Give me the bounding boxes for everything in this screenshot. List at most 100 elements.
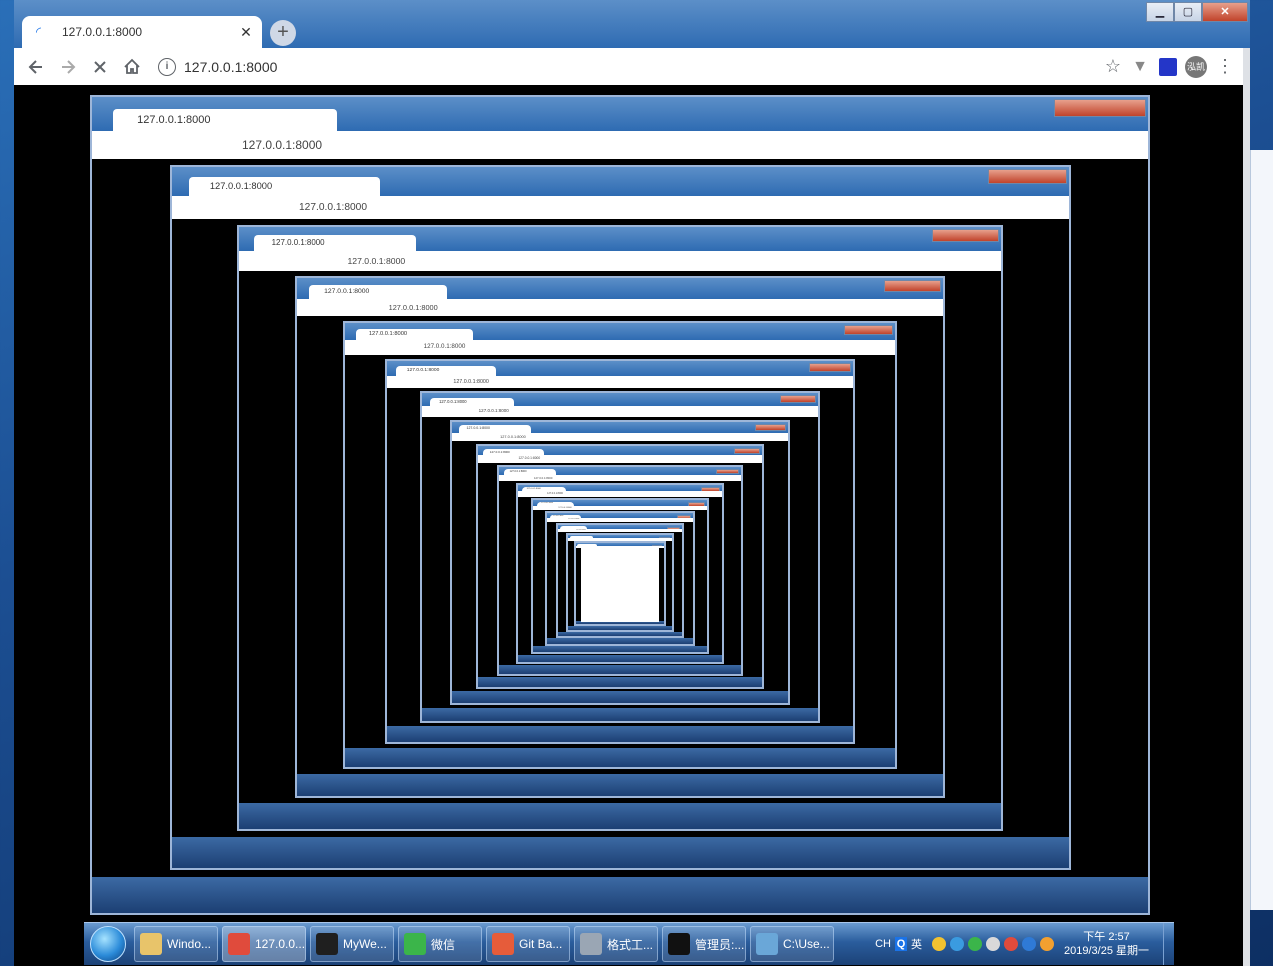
taskbar-item[interactable]: 管理员:... xyxy=(662,926,746,962)
taskbar-item[interactable]: 127.0.0... xyxy=(222,926,306,962)
nested-address-url: 127.0.0.1:8000 xyxy=(171,195,1069,220)
nested-window-controls xyxy=(988,168,1067,185)
tab-close-icon[interactable]: ✕ xyxy=(236,24,256,41)
nested-tab-strip: 127.0.0.1:8000 xyxy=(239,226,1001,252)
taskbar-item[interactable]: MyWe... xyxy=(310,926,394,962)
nested-tab-title: 127.0.0.1:8000 xyxy=(396,365,496,376)
site-info-icon[interactable]: i xyxy=(158,57,176,76)
nested-window-controls xyxy=(843,324,893,335)
nested-address-url: 127.0.0.1:8000 xyxy=(296,299,944,317)
nested-window-controls xyxy=(931,228,999,243)
nested-address-url: 127.0.0.1:8000 xyxy=(517,491,723,497)
address-url: 127.0.0.1:8000 xyxy=(184,58,278,75)
nested-tab-strip: 127.0.0.1:8000 xyxy=(345,322,895,341)
nested-tab-title: 127.0.0.1:8000 xyxy=(309,285,447,300)
new-tab-button[interactable]: + xyxy=(270,20,296,46)
address-bar[interactable]: i 127.0.0.1:8000 xyxy=(154,52,1074,82)
taskbar-item-label: 格式工... xyxy=(607,937,654,952)
taskbar-item-label: 127.0.0... xyxy=(255,937,306,951)
browser-toolbar: i 127.0.0.1:8000 ☆ ▼ 泓凯 ⋮ xyxy=(14,48,1243,85)
nested-taskbar xyxy=(239,803,1001,830)
nested-taskbar xyxy=(477,677,763,688)
nested-taskbar xyxy=(386,726,854,743)
tray-icon[interactable] xyxy=(986,937,1000,951)
nested-tab-strip: 127.0.0.1:8000 xyxy=(499,466,741,475)
nested-address-url: 127.0.0.1:8000 xyxy=(477,455,763,463)
ime-language[interactable]: CH xyxy=(875,938,891,950)
start-button[interactable] xyxy=(90,926,126,962)
tab-strip: ◜ 127.0.0.1:8000 ✕ + ▁ ▢ ✕ xyxy=(14,0,1250,48)
nested-tab-strip: 127.0.0.1:8000 xyxy=(92,97,1148,131)
clion-icon xyxy=(316,933,338,955)
show-desktop-button[interactable] xyxy=(1163,923,1174,965)
taskbar-item-label: Git Ba... xyxy=(519,937,563,951)
extension-baidu-icon[interactable] xyxy=(1159,57,1177,76)
git-bash-icon xyxy=(492,933,514,955)
back-arrow-icon[interactable] xyxy=(20,51,52,83)
bookmark-star-icon[interactable]: ☆ xyxy=(1105,56,1121,77)
nested-tab-strip: 127.0.0.1:8000 xyxy=(517,484,723,492)
nested-tab-strip: 127.0.0.1:8000 xyxy=(477,445,763,456)
tray-icon[interactable] xyxy=(968,937,982,951)
nested-window-controls xyxy=(1054,99,1146,117)
close-button[interactable]: ✕ xyxy=(1202,2,1248,22)
taskbar-item-label: Windo... xyxy=(167,937,212,951)
tray-icon[interactable] xyxy=(932,937,946,951)
taskbar-item[interactable]: Windo... xyxy=(134,926,218,962)
taskbar-item[interactable]: 微信 xyxy=(398,926,482,962)
taskbar-item-label: MyWe... xyxy=(343,937,387,951)
tray-icon[interactable] xyxy=(950,937,964,951)
ime-mode[interactable]: 英 xyxy=(911,936,922,952)
nested-taskbar xyxy=(567,626,673,630)
tray-icon[interactable] xyxy=(1004,937,1018,951)
nested-taskbar xyxy=(517,655,723,663)
nested-taskbar xyxy=(422,707,818,722)
nested-window-controls xyxy=(779,395,816,404)
nested-taskbar xyxy=(452,691,788,703)
minimize-button[interactable]: ▁ xyxy=(1146,2,1174,22)
nested-taskbar xyxy=(557,631,683,637)
nested-taskbar xyxy=(171,837,1069,868)
folder-icon xyxy=(140,933,162,955)
nested-address-url: 127.0.0.1:8000 xyxy=(92,131,1148,159)
clock-date: 2019/3/25 星期一 xyxy=(1064,945,1149,957)
taskbar-item[interactable]: C:\Use... xyxy=(750,926,834,962)
tray-icons xyxy=(932,937,1054,951)
nested-address-url: 127.0.0.1:8000 xyxy=(345,340,895,355)
wechat-icon xyxy=(404,933,426,955)
nested-taskbar xyxy=(296,773,944,796)
taskbar-item[interactable]: Git Ba... xyxy=(486,926,570,962)
page-viewport: 127.0.0.1:8000 127.0.0.1:8000 127.0.0.1:80… xyxy=(14,85,1243,966)
tray-icon[interactable] xyxy=(1040,937,1054,951)
profile-avatar[interactable]: 泓凯 xyxy=(1185,55,1207,78)
tray-icon[interactable] xyxy=(1022,937,1036,951)
extension-filter-icon[interactable]: ▼ xyxy=(1129,58,1151,76)
more-menu-icon[interactable]: ⋮ xyxy=(1215,56,1235,77)
nested-taskbar xyxy=(92,877,1148,913)
nested-taskbar xyxy=(533,646,707,653)
nested-taskbar xyxy=(575,621,665,625)
nested-tab-title: 127.0.0.1:8000 xyxy=(458,425,531,433)
nested-window-controls xyxy=(715,468,739,475)
stop-loading-icon[interactable] xyxy=(84,51,116,83)
explorer-window-icon xyxy=(756,933,778,955)
nested-address-url: 127.0.0.1:8000 xyxy=(546,518,694,523)
maximize-button[interactable]: ▢ xyxy=(1174,2,1202,22)
nested-window-controls xyxy=(809,362,852,372)
system-tray: CH Q 英 下午 2:57 2019/3/25 星期一 xyxy=(875,923,1174,965)
taskbar-item-label: 微信 xyxy=(431,937,456,952)
taskbar-item-label: 管理员:... xyxy=(695,937,745,952)
taskbar-items: Windo... 127.0.0... MyWe... 微信 Git Ba... 格式工.… xyxy=(134,926,838,962)
browser-window: ◜ 127.0.0.1:8000 ✕ + ▁ ▢ ✕ i 127.0.0.1:8… xyxy=(14,0,1250,966)
clock[interactable]: 下午 2:57 2019/3/25 星期一 xyxy=(1064,930,1149,958)
nested-tab-title: 127.0.0.1:8000 xyxy=(189,176,380,196)
nested-tab-strip: 127.0.0.1:8000 xyxy=(422,393,818,407)
nested-tab-strip: 127.0.0.1:8000 xyxy=(296,278,944,300)
tab-current[interactable]: ◜ 127.0.0.1:8000 ✕ xyxy=(22,16,262,48)
ime-q-icon[interactable]: Q xyxy=(895,937,907,951)
forward-arrow-icon[interactable] xyxy=(52,51,84,83)
taskbar-item[interactable]: 格式工... xyxy=(574,926,658,962)
nested-tab-strip: 127.0.0.1:8000 xyxy=(386,360,854,376)
home-icon[interactable] xyxy=(116,51,148,83)
nested-address-url: 127.0.0.1:8000 xyxy=(533,505,707,511)
